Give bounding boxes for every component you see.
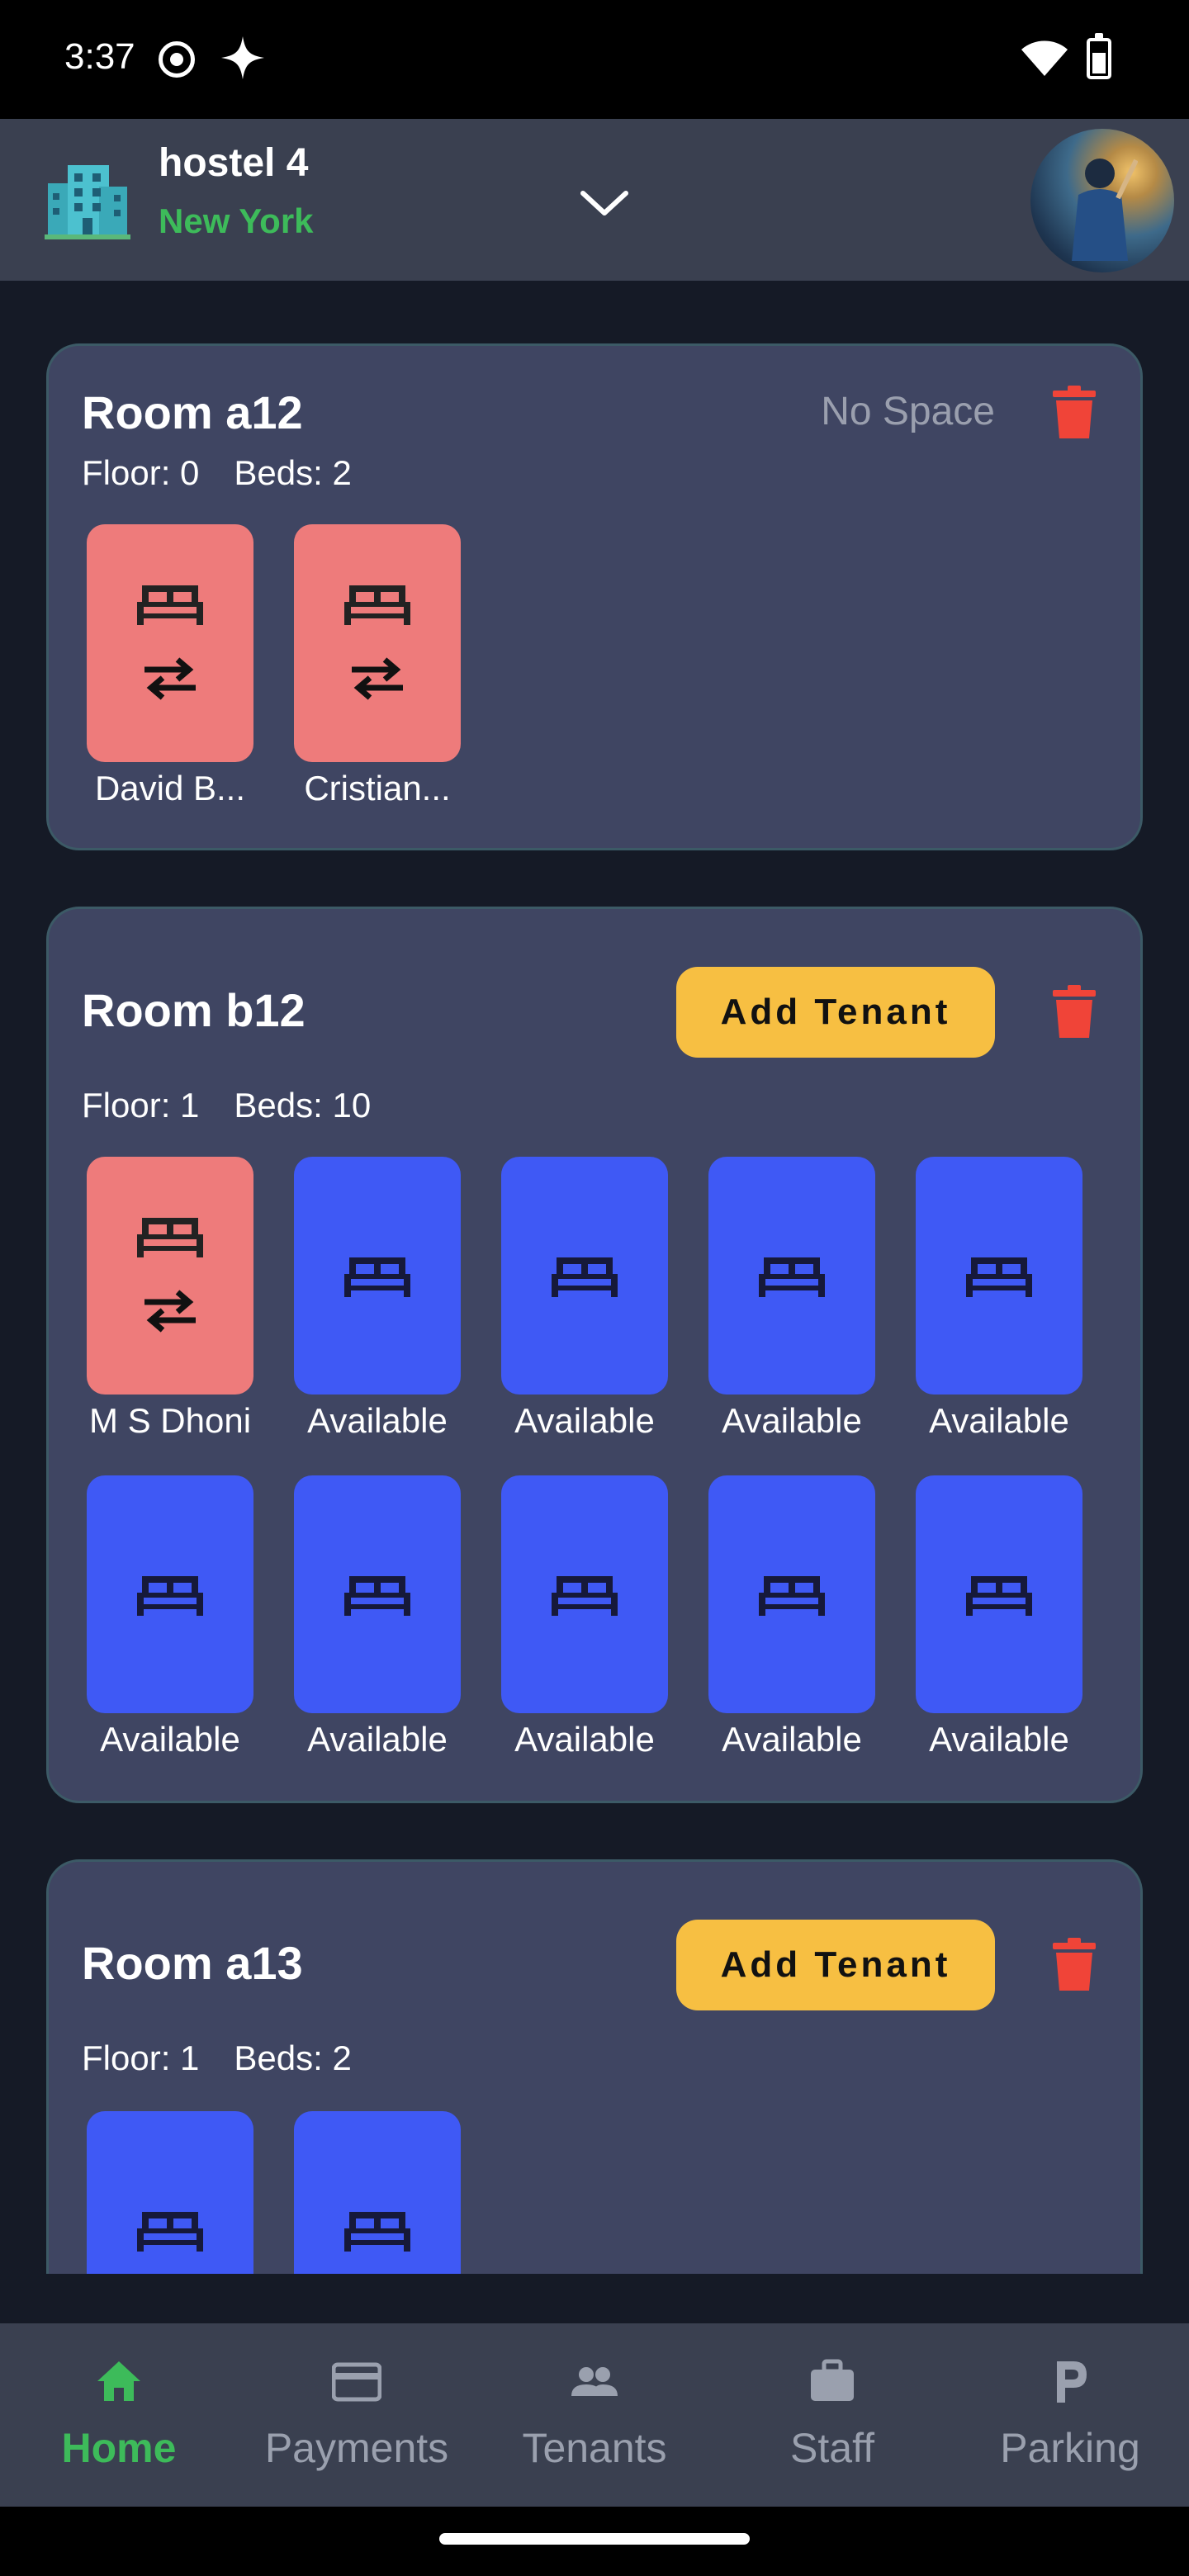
- room-meta: Floor: 0 Beds: 2: [82, 453, 386, 493]
- bed-label: Available: [929, 1401, 1069, 1440]
- bed-tile[interactable]: [294, 1475, 461, 1713]
- bed-icon: [966, 1257, 1032, 1297]
- bed-tile[interactable]: [501, 1157, 668, 1395]
- delete-room-icon[interactable]: [1051, 985, 1097, 1039]
- swap-icon: [144, 1290, 196, 1333]
- nav-tenants[interactable]: Tenants: [476, 2323, 713, 2507]
- swap-icon: [352, 657, 403, 700]
- bed-label: M S Dhoni: [88, 1401, 252, 1440]
- chevron-down-icon[interactable]: [578, 182, 631, 223]
- sparkle-icon: [221, 36, 264, 79]
- bed-tile[interactable]: [294, 1157, 461, 1395]
- people-icon: [571, 2367, 618, 2396]
- room-title: Room a12: [82, 386, 303, 438]
- delete-room-icon[interactable]: [1051, 1938, 1097, 1992]
- screen-record-icon: [159, 41, 195, 78]
- briefcase-icon: [811, 2359, 854, 2401]
- nav-parking[interactable]: Parking: [951, 2323, 1189, 2507]
- status-time: 3:37: [64, 36, 135, 77]
- bed-icon: [137, 2212, 203, 2252]
- wifi-icon: [1021, 40, 1068, 76]
- room-floor: Floor: 1: [82, 2039, 200, 2077]
- room-title: Room b12: [82, 984, 306, 1036]
- nav-label: Staff: [790, 2425, 874, 2471]
- hostel-building-icon: [45, 165, 130, 239]
- room-beds-count: Beds: 10: [234, 1086, 372, 1125]
- bed-tile[interactable]: [87, 1157, 253, 1395]
- room-card: Room a12 No Space Floor: 0 Beds: 2 David …: [46, 343, 1143, 850]
- bed-icon: [344, 2212, 410, 2252]
- bed-label: David B...: [94, 769, 246, 807]
- battery-icon: [1087, 33, 1111, 79]
- bed-icon: [344, 1257, 410, 1297]
- home-indicator[interactable]: [439, 2533, 750, 2545]
- bed-tile[interactable]: [708, 1157, 875, 1395]
- room-floor: Floor: 0: [82, 453, 200, 492]
- room-list[interactable]: Room a12 No Space Floor: 0 Beds: 2 David …: [0, 281, 1189, 2274]
- bed-label: Available: [514, 1401, 655, 1440]
- hostel-city: New York: [159, 201, 314, 240]
- parking-icon: [1057, 2361, 1087, 2403]
- bed-label: Available: [722, 1720, 862, 1759]
- bed-label: Available: [722, 1401, 862, 1440]
- bed-icon: [344, 1576, 410, 1616]
- bed-tile[interactable]: [294, 524, 461, 762]
- bed-icon: [552, 1257, 618, 1297]
- bed-icon: [759, 1576, 825, 1616]
- bed-icon: [344, 585, 410, 625]
- bed-icon: [137, 1576, 203, 1616]
- bed-label: Available: [100, 1720, 240, 1759]
- avatar-figure: [1072, 159, 1138, 261]
- bed-tile[interactable]: [294, 2111, 461, 2274]
- home-icon: [97, 2361, 140, 2401]
- bed-icon: [966, 1576, 1032, 1616]
- bed-icon: [552, 1576, 618, 1616]
- no-space-label: No Space: [821, 390, 995, 433]
- bed-icon: [137, 585, 203, 625]
- credit-card-icon: [332, 2362, 381, 2402]
- bottom-navigation: Home Payments Tenants Staff Parking: [0, 2323, 1189, 2507]
- nav-staff[interactable]: Staff: [713, 2323, 951, 2507]
- nav-label: Payments: [264, 2425, 449, 2471]
- room-meta: Floor: 1 Beds: 2: [82, 2039, 386, 2078]
- room-meta: Floor: 1 Beds: 10: [82, 1086, 405, 1125]
- hostel-name[interactable]: hostel 4: [159, 140, 308, 186]
- room-beds-count: Beds: 2: [234, 2039, 352, 2077]
- bed-label: Cristian...: [304, 769, 451, 807]
- nav-label: Parking: [1000, 2425, 1140, 2471]
- room-floor: Floor: 1: [82, 1086, 200, 1125]
- room-title: Room a13: [82, 1937, 303, 1989]
- swap-icon: [144, 657, 196, 700]
- nav-label: Home: [61, 2425, 177, 2471]
- nav-home[interactable]: Home: [0, 2323, 238, 2507]
- bed-label: Available: [307, 1401, 448, 1440]
- bed-tile[interactable]: [87, 524, 253, 762]
- app-header: hostel 4 New York: [0, 119, 1189, 281]
- bed-label: Available: [307, 1720, 448, 1759]
- bed-tile[interactable]: [916, 1157, 1082, 1395]
- nav-label: Tenants: [522, 2425, 667, 2471]
- add-tenant-button[interactable]: Add Tenant: [676, 967, 995, 1058]
- avatar[interactable]: [1030, 129, 1174, 272]
- bed-icon: [759, 1257, 825, 1297]
- bed-label: Available: [929, 1720, 1069, 1759]
- room-beds-count: Beds: 2: [234, 453, 352, 492]
- bed-tile[interactable]: [708, 1475, 875, 1713]
- room-card: Room a13 Add Tenant Floor: 1 Beds: 2: [46, 1859, 1143, 2274]
- nav-payments[interactable]: Payments: [238, 2323, 476, 2507]
- bed-icon: [137, 1218, 203, 1257]
- status-bar: 3:37: [0, 0, 1189, 119]
- add-tenant-button[interactable]: Add Tenant: [676, 1920, 995, 2010]
- bed-tile[interactable]: [501, 1475, 668, 1713]
- bed-label: Available: [514, 1720, 655, 1759]
- bed-tile[interactable]: [87, 1475, 253, 1713]
- room-card: Room b12 Add Tenant Floor: 1 Beds: 10 M S…: [46, 907, 1143, 1803]
- delete-room-icon[interactable]: [1051, 386, 1097, 440]
- bed-tile[interactable]: [87, 2111, 253, 2274]
- bed-tile[interactable]: [916, 1475, 1082, 1713]
